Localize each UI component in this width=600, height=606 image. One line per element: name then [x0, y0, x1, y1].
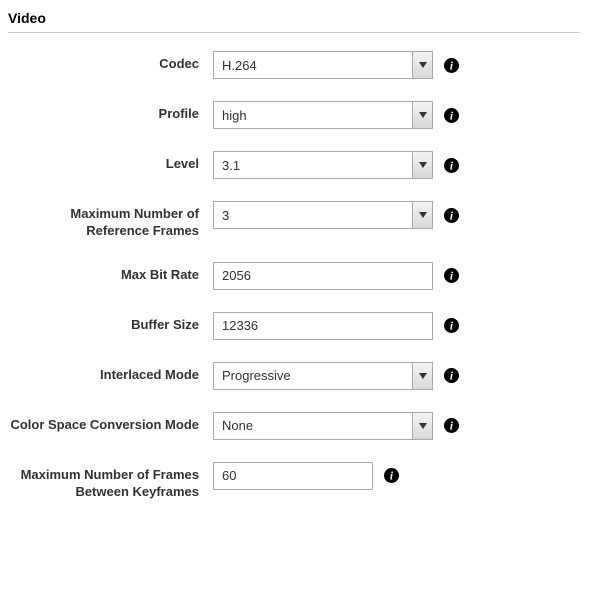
- chevron-down-icon: [412, 413, 432, 439]
- codec-value: H.264: [214, 58, 412, 73]
- profile-select[interactable]: high: [213, 101, 433, 129]
- buffer-size-input[interactable]: [213, 312, 433, 340]
- profile-label: Profile: [8, 101, 213, 123]
- level-select[interactable]: 3.1: [213, 151, 433, 179]
- info-icon[interactable]: i: [443, 157, 459, 173]
- info-icon[interactable]: i: [383, 468, 399, 484]
- interlaced-mode-value: Progressive: [214, 368, 412, 383]
- max-ref-frames-label: Maximum Number of Reference Frames: [8, 201, 213, 240]
- chevron-down-icon: [412, 52, 432, 78]
- color-space-mode-label: Color Space Conversion Mode: [8, 412, 213, 434]
- info-icon[interactable]: i: [443, 207, 459, 223]
- codec-label: Codec: [8, 51, 213, 73]
- interlaced-mode-select[interactable]: Progressive: [213, 362, 433, 390]
- max-bit-rate-label: Max Bit Rate: [8, 262, 213, 284]
- level-value: 3.1: [214, 158, 412, 173]
- color-space-mode-value: None: [214, 418, 412, 433]
- info-icon[interactable]: i: [443, 107, 459, 123]
- chevron-down-icon: [412, 152, 432, 178]
- chevron-down-icon: [412, 363, 432, 389]
- info-icon[interactable]: i: [443, 57, 459, 73]
- color-space-mode-select[interactable]: None: [213, 412, 433, 440]
- level-label: Level: [8, 151, 213, 173]
- max-ref-frames-value: 3: [214, 208, 412, 223]
- max-frames-between-keyframes-label: Maximum Number of Frames Between Keyfram…: [8, 462, 213, 501]
- max-ref-frames-select[interactable]: 3: [213, 201, 433, 229]
- buffer-size-label: Buffer Size: [8, 312, 213, 334]
- max-frames-between-keyframes-input[interactable]: [213, 462, 373, 490]
- chevron-down-icon: [412, 102, 432, 128]
- info-icon[interactable]: i: [443, 418, 459, 434]
- section-title: Video: [8, 10, 580, 33]
- info-icon[interactable]: i: [443, 368, 459, 384]
- codec-select[interactable]: H.264: [213, 51, 433, 79]
- max-bit-rate-input[interactable]: [213, 262, 433, 290]
- profile-value: high: [214, 108, 412, 123]
- chevron-down-icon: [412, 202, 432, 228]
- interlaced-mode-label: Interlaced Mode: [8, 362, 213, 384]
- info-icon[interactable]: i: [443, 318, 459, 334]
- info-icon[interactable]: i: [443, 268, 459, 284]
